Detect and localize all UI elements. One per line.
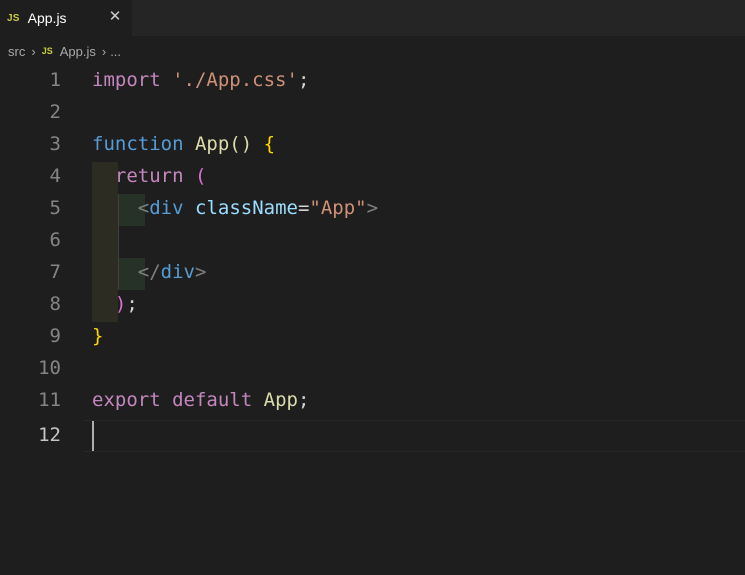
code-line: 6 bbox=[0, 224, 745, 256]
tag-bracket: </ bbox=[137, 261, 161, 283]
keyword-export: export bbox=[92, 389, 161, 411]
breadcrumb-folder[interactable]: src bbox=[8, 44, 25, 59]
string-literal: './App.css' bbox=[172, 69, 298, 91]
open-paren: ( bbox=[194, 165, 207, 187]
code-line: 5 <div className="App"> bbox=[0, 192, 745, 224]
line-number: 4 bbox=[49, 165, 61, 187]
js-file-icon: JS bbox=[41, 46, 53, 56]
keyword-return: return bbox=[114, 165, 184, 187]
code-editor[interactable]: 1 import './App.css'; 2 3 function App()… bbox=[0, 64, 745, 575]
line-number: 11 bbox=[38, 389, 61, 411]
line-number: 9 bbox=[49, 325, 61, 347]
close-brace: } bbox=[92, 325, 104, 347]
code-line: 2 bbox=[0, 96, 745, 128]
tag-bracket: < bbox=[137, 197, 150, 219]
attribute-value: "App" bbox=[309, 197, 367, 219]
line-number: 7 bbox=[49, 261, 61, 283]
breadcrumb-symbol[interactable]: ... bbox=[110, 44, 121, 59]
tab-app-js[interactable]: JS App.js ✕ bbox=[0, 0, 132, 36]
chevron-right-icon: › bbox=[31, 43, 36, 59]
tag-name: div bbox=[149, 197, 184, 219]
line-number: 12 bbox=[38, 424, 61, 446]
tab-bar: JS App.js ✕ bbox=[0, 0, 745, 36]
line-number: 6 bbox=[49, 229, 61, 251]
code-line: 7 </div> bbox=[0, 256, 745, 288]
tag-bracket: > bbox=[194, 261, 207, 283]
close-icon[interactable]: ✕ bbox=[106, 8, 124, 26]
tab-label: App.js bbox=[27, 10, 67, 26]
code-line: 11 export default App; bbox=[0, 384, 745, 416]
open-brace: { bbox=[263, 133, 276, 155]
js-file-icon: JS bbox=[7, 12, 20, 24]
line-number: 5 bbox=[49, 197, 61, 219]
code-line: 1 import './App.css'; bbox=[0, 64, 745, 96]
text-cursor bbox=[92, 421, 94, 451]
equals: = bbox=[297, 197, 310, 219]
tag-bracket: > bbox=[366, 197, 379, 219]
line-number: 8 bbox=[49, 293, 61, 315]
semicolon: ; bbox=[297, 69, 310, 91]
semicolon: ; bbox=[126, 293, 138, 315]
keyword-import: import bbox=[92, 69, 161, 91]
code-line: 8 ); bbox=[0, 288, 745, 320]
keyword-default: default bbox=[172, 389, 253, 411]
code-line: 4 return ( bbox=[0, 160, 745, 192]
keyword-function: function bbox=[92, 133, 184, 155]
semicolon: ; bbox=[297, 389, 310, 411]
line-number: 10 bbox=[38, 357, 61, 379]
identifier: App bbox=[263, 389, 298, 411]
line-number: 1 bbox=[49, 69, 61, 91]
attribute-name: className bbox=[195, 197, 298, 219]
code-line: 9 } bbox=[0, 320, 745, 352]
code-line: 3 function App() { bbox=[0, 128, 745, 160]
code-line-active: 12 bbox=[0, 420, 745, 450]
line-number: 3 bbox=[49, 133, 61, 155]
parens: () bbox=[229, 133, 253, 155]
code-line: 10 bbox=[0, 352, 745, 384]
function-name: App bbox=[194, 133, 230, 155]
line-number: 2 bbox=[49, 101, 61, 123]
tag-name: div bbox=[160, 261, 195, 283]
breadcrumb: src › JS App.js › ... bbox=[0, 38, 745, 64]
chevron-right-icon: › bbox=[101, 43, 107, 59]
close-paren: ) bbox=[114, 293, 127, 315]
breadcrumb-file[interactable]: App.js bbox=[60, 44, 96, 59]
